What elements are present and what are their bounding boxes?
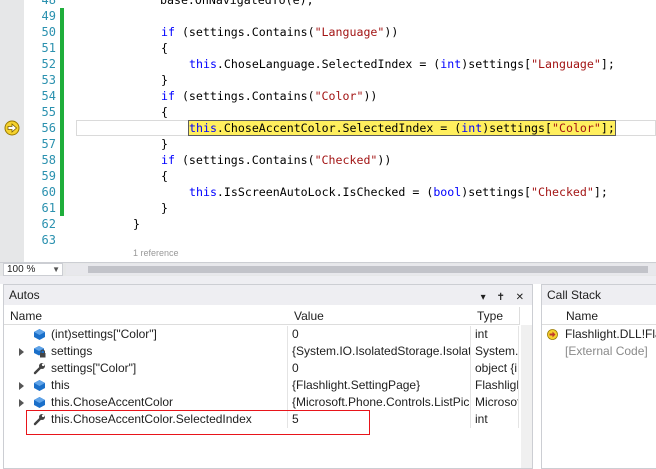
type-cell: int (471, 411, 519, 428)
locked-field-icon (34, 346, 46, 358)
call-stack-title-bar: Call Stack (542, 285, 656, 305)
column-header-type[interactable]: Type (471, 307, 520, 325)
column-header-name[interactable]: Name (542, 307, 656, 325)
type-cell: System.I (471, 343, 519, 360)
line-number-gutter: 48 49 50 51 52 53 54 55 56 57 58 59 60 6… (24, 0, 60, 262)
current-statement-highlight: this.ChoseAccentColor.SelectedIndex = (i… (188, 120, 616, 136)
code-line: } (133, 217, 140, 231)
current-frame-arrow-icon (547, 329, 558, 340)
autos-window: Autos ▾ ✝ ✕ Name Value Type (int)setting… (3, 284, 533, 469)
scrollbar-thumb[interactable] (88, 266, 648, 273)
code-text-area[interactable]: base.OnNavigatedTo(e); if (settings.Cont… (76, 0, 656, 262)
table-row[interactable]: (int)settings["Color"] 0 int (4, 326, 531, 343)
expand-arrow-icon[interactable] (19, 348, 24, 356)
name-cell: this.ChoseAccentColor (4, 394, 288, 411)
autos-title-bar: Autos ▾ ✝ ✕ (4, 285, 532, 305)
value-cell[interactable]: {System.IO.IsolatedStorage.Isolate (288, 343, 471, 360)
line-number: 50 (41, 25, 56, 39)
line-number: 63 (41, 233, 56, 247)
line-number: 61 (41, 201, 56, 215)
field-icon (34, 397, 45, 408)
window-controls[interactable]: ▾ ✝ ✕ (481, 288, 528, 308)
line-number: 56 (41, 121, 56, 135)
code-line: { (161, 105, 168, 119)
code-line: } (161, 137, 168, 151)
code-line: if (settings.Contains("Checked")) (161, 153, 392, 167)
name-cell: (int)settings["Color"] (4, 326, 288, 343)
chevron-down-icon: ▼ (52, 265, 60, 274)
vertical-scrollbar[interactable] (521, 325, 532, 468)
line-number: 55 (41, 105, 56, 119)
line-number: 48 (41, 0, 56, 7)
field-icon (34, 329, 45, 340)
line-number: 51 (41, 41, 56, 55)
call-stack-frame[interactable]: Flashlight.DLL!Fla (542, 326, 656, 343)
name-cell: settings (4, 343, 288, 360)
line-number: 59 (41, 169, 56, 183)
line-number: 49 (41, 9, 56, 23)
value-cell[interactable]: {Flashlight.SettingPage} (288, 377, 471, 394)
change-tracking-bar (60, 8, 64, 216)
type-cell: int (471, 326, 519, 343)
name-cell: settings["Color"] (4, 360, 288, 377)
table-row[interactable]: settings["Color"] 0 object {i (4, 360, 531, 377)
code-line: } (161, 201, 168, 215)
line-number: 53 (41, 73, 56, 87)
line-number: 58 (41, 153, 56, 167)
column-header-value[interactable]: Value (288, 307, 472, 325)
code-line: if (settings.Contains("Language")) (161, 25, 399, 39)
code-editor[interactable]: 48 49 50 51 52 53 54 55 56 57 58 59 60 6… (0, 0, 656, 262)
line-number: 60 (41, 185, 56, 199)
wrench-icon (33, 363, 45, 375)
code-line: this.ChoseLanguage.SelectedIndex = (int)… (189, 57, 615, 71)
line-number: 57 (41, 137, 56, 151)
code-line: if (settings.Contains("Color")) (161, 89, 378, 103)
annotation-highlight-box (26, 410, 370, 435)
expand-arrow-icon[interactable] (19, 382, 24, 390)
current-statement-line: this.ChoseAccentColor.SelectedIndex = (i… (188, 120, 616, 136)
call-stack-title: Call Stack (547, 288, 602, 302)
table-row[interactable]: settings {System.IO.IsolatedStorage.Isol… (4, 343, 531, 360)
code-line: base.OnNavigatedTo(e); (160, 0, 314, 7)
current-statement-arrow-icon (4, 120, 20, 136)
call-stack-window: Call Stack Name Flashlight.DLL!Fla [Exte… (541, 284, 656, 469)
frame-name: [External Code] (565, 344, 648, 358)
frame-name: Flashlight.DLL!Fla (565, 327, 656, 341)
call-stack-frame[interactable]: [External Code] (542, 343, 656, 360)
codelens-reference-hint[interactable]: 1 reference (133, 248, 179, 258)
code-line: { (161, 41, 168, 55)
editor-status-strip: 100 % ▼ (0, 262, 656, 276)
code-line: } (161, 73, 168, 87)
name-cell: this (4, 377, 288, 394)
expand-arrow-icon[interactable] (19, 399, 24, 407)
value-cell[interactable]: {Microsoft.Phone.Controls.ListPic (288, 394, 471, 411)
table-row[interactable]: this.ChoseAccentColor {Microsoft.Phone.C… (4, 394, 531, 411)
line-number: 52 (41, 57, 56, 71)
zoom-value: 100 % (7, 264, 36, 275)
value-cell[interactable]: 0 (288, 326, 471, 343)
type-cell: Microsof (471, 394, 519, 411)
horizontal-scrollbar[interactable] (66, 264, 656, 275)
field-icon (34, 380, 45, 391)
line-number: 62 (41, 217, 56, 231)
zoom-dropdown[interactable]: 100 % ▼ (3, 263, 63, 276)
column-header-name[interactable]: Name (4, 307, 289, 325)
panel-splitter[interactable] (0, 276, 656, 284)
type-cell: object {i (471, 360, 519, 377)
code-line: this.IsScreenAutoLock.IsChecked = (bool)… (189, 185, 608, 199)
autos-title: Autos (9, 288, 40, 302)
code-line: { (161, 169, 168, 183)
table-row[interactable]: this {Flashlight.SettingPage} Flashligh (4, 377, 531, 394)
value-cell[interactable]: 0 (288, 360, 471, 377)
type-cell: Flashligh (471, 377, 519, 394)
line-number: 54 (41, 89, 56, 103)
